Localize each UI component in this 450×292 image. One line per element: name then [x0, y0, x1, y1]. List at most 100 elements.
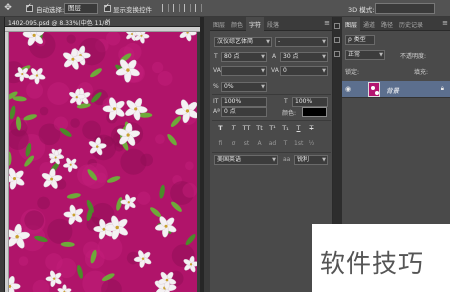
tsume-field[interactable]: 0% ▼	[221, 82, 267, 92]
horizontal-scale-field[interactable]: 100%	[292, 97, 328, 107]
background-blot	[32, 279, 50, 292]
superscript-button[interactable]: T¹	[268, 124, 277, 132]
workspace-dropdown[interactable]	[375, 3, 435, 14]
lily-flower	[134, 32, 150, 44]
subscript-button[interactable]: T₁	[281, 124, 290, 132]
panel-icon[interactable]	[334, 23, 340, 29]
tab-history[interactable]: 历史记录	[396, 17, 426, 31]
watermark-text: 软件技巧	[320, 249, 425, 278]
layer-row-background[interactable]: ◉ 背景 🔒︎	[342, 81, 450, 98]
tab-layers-collapsed[interactable]: 图层	[210, 17, 228, 31]
document-canvas[interactable]	[9, 32, 197, 292]
color-label: 颜色:	[282, 110, 297, 117]
font-style-field[interactable]: - ▼	[275, 37, 328, 47]
align-top-icon[interactable]	[195, 4, 202, 12]
text-color-swatch[interactable]	[302, 107, 327, 117]
leaf	[185, 234, 196, 246]
chevron-down-icon: ▼	[322, 157, 326, 163]
tab-paths[interactable]: 路径	[378, 17, 396, 31]
all-caps-button[interactable]: TT	[242, 124, 251, 132]
document-tab[interactable]: 1402-095.psd @ 8.33%(中色 11/8) ×	[5, 17, 200, 27]
faux-italic-button[interactable]: T	[229, 124, 238, 132]
auto-select-dropdown[interactable]: 图层	[64, 3, 98, 14]
tab-color[interactable]: 颜色	[228, 17, 246, 31]
leaf	[170, 116, 182, 127]
auto-select-checkbox[interactable]	[26, 2, 33, 12]
vertical-scale-field[interactable]: 100%	[221, 97, 267, 107]
leaf	[66, 193, 81, 199]
lily-flower	[9, 167, 25, 190]
horizontal-scale-icon: T	[284, 98, 288, 105]
panel-icon[interactable]	[334, 37, 340, 43]
underline-button[interactable]: T	[294, 124, 303, 132]
faux-bold-button[interactable]: T	[216, 124, 225, 132]
tab-channels[interactable]: 通道	[360, 17, 378, 31]
chevron-down-icon: ▼	[379, 52, 383, 58]
font-family-field[interactable]: 汉仪综艺体简 ▼	[214, 37, 272, 47]
align-left-icon[interactable]	[162, 4, 169, 12]
tracking-field[interactable]: 0 ▼	[280, 66, 328, 76]
chevron-down-icon: ▼	[322, 54, 326, 60]
fill-label: 填充:	[414, 69, 429, 76]
lily-flower	[28, 68, 46, 85]
language-field[interactable]: 美国英语 ▼	[214, 155, 278, 165]
panel-menu-icon[interactable]: ≡	[324, 19, 330, 27]
background-blot	[39, 106, 49, 116]
layer-filter-field[interactable]: ρ 类型	[345, 35, 375, 45]
lily-flower	[120, 194, 136, 211]
ordinal-button[interactable]: 1st	[294, 140, 303, 147]
tab-layers[interactable]: 图层	[342, 17, 361, 31]
discretionary-lig-button[interactable]: st	[242, 140, 251, 147]
auto-select-label: 自动选择:	[36, 6, 65, 14]
align-center-icon[interactable]	[173, 4, 180, 12]
eye-icon[interactable]: ◉	[345, 85, 351, 93]
options-bar: ✥ 自动选择: 图层 显示变换控件 3D 模式:	[0, 0, 450, 17]
leading-field[interactable]: 30 点 ▼	[280, 52, 328, 62]
contextual-alt-button[interactable]: σ	[229, 140, 238, 147]
titling-alt-button[interactable]: T	[281, 140, 290, 147]
tab-character[interactable]: 字符	[246, 17, 265, 31]
panel-icon[interactable]	[334, 51, 340, 57]
fraction-button[interactable]: ½	[307, 140, 316, 147]
chevron-down-icon: ▼	[261, 84, 265, 90]
blend-mode-field[interactable]: 正常 ▼	[345, 50, 385, 60]
stylistic-alt-button[interactable]: ad	[268, 140, 277, 147]
font-size-field[interactable]: 80 点 ▼	[221, 52, 267, 62]
tsume-value: 0%	[224, 83, 234, 90]
antialias-field[interactable]: 锐利 ▼	[294, 155, 328, 165]
chevron-down-icon: ▼	[261, 54, 265, 60]
align-right-icon[interactable]	[184, 4, 191, 12]
strikethrough-button[interactable]: T	[307, 124, 316, 132]
small-caps-button[interactable]: Tt	[255, 124, 264, 132]
divider	[212, 152, 331, 153]
leading-icon: A	[272, 53, 277, 60]
tab-paragraph[interactable]: 段落	[264, 17, 282, 31]
font-style-value: -	[278, 38, 281, 45]
background-blot	[18, 256, 29, 266]
baseline-shift-field[interactable]: 0 点	[221, 107, 267, 117]
chevron-down-icon: ▼	[266, 39, 270, 45]
swash-button[interactable]: A	[255, 140, 264, 147]
background-blot	[185, 161, 194, 171]
antialias-value: 锐利	[297, 156, 310, 163]
panel-menu-icon[interactable]: ≡	[442, 19, 448, 27]
lily-flower	[133, 250, 152, 268]
ligature-button[interactable]: fi	[216, 140, 225, 147]
document-title: 1402-095.psd @ 8.33%(中色 11/8)	[8, 20, 111, 27]
background-blot	[26, 81, 44, 99]
lily-flower	[63, 157, 78, 173]
layer-filter-value: ρ 类型	[348, 36, 366, 43]
show-transform-checkbox[interactable]	[104, 2, 111, 12]
chevron-down-icon: ▼	[322, 68, 326, 74]
leaf	[159, 184, 165, 199]
layer-thumbnail	[368, 82, 380, 97]
move-tool-icon[interactable]: ✥	[2, 3, 14, 14]
background-blot	[151, 61, 164, 74]
background-blot	[157, 70, 173, 86]
close-document-icon[interactable]: ×	[105, 17, 111, 25]
kerning-field[interactable]: ▼	[221, 66, 267, 76]
background-blot	[24, 210, 45, 231]
background-blot	[66, 34, 76, 44]
background-blot	[37, 196, 50, 210]
blend-mode-value: 正常	[348, 51, 361, 58]
